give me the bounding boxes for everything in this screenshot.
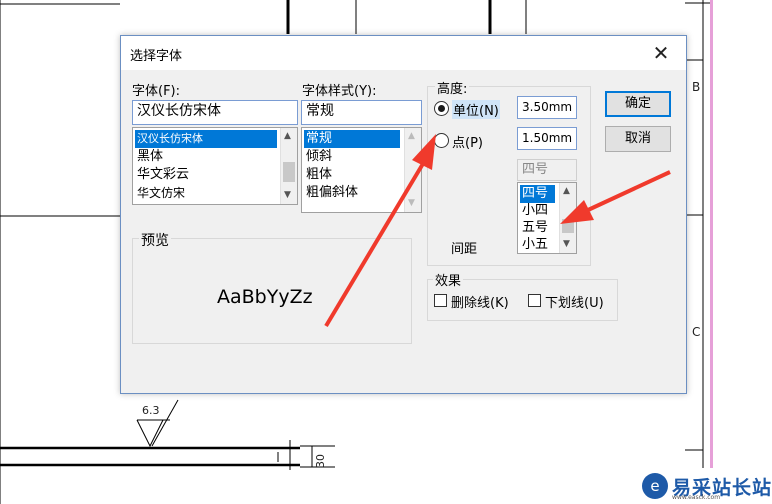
dimension-value: 30 bbox=[314, 454, 327, 468]
underline-label[interactable]: 下划线(U) bbox=[545, 292, 604, 311]
watermark: e 易采站长站 www.easck.com bbox=[640, 468, 772, 504]
font-dialog: 选择字体 ✕ 字体(F): 汉仪长仿宋体 汉仪长仿宋体 黑体 华文彩云 华文仿宋… bbox=[120, 35, 687, 394]
size-list-item[interactable]: 四号 bbox=[520, 185, 555, 203]
effects-label: 效果 bbox=[433, 270, 464, 289]
scroll-down-icon[interactable]: ▼ bbox=[563, 239, 570, 249]
size-list[interactable]: 四号 小四 五号 小五 ▲ ▼ bbox=[517, 182, 577, 254]
preview-sample-text: AaBbYyZz bbox=[217, 286, 313, 308]
point-radio[interactable] bbox=[434, 133, 449, 148]
font-list-item[interactable]: 华文彩云 bbox=[135, 166, 189, 184]
style-list-item[interactable]: 粗体 bbox=[304, 166, 332, 184]
font-list[interactable]: 汉仪长仿宋体 黑体 华文彩云 华文仿宋 ▲ ▼ bbox=[132, 127, 298, 205]
size-list-item[interactable]: 小五 bbox=[520, 236, 548, 253]
height-label: 高度: bbox=[435, 78, 470, 97]
scroll-down-icon[interactable]: ▼ bbox=[408, 198, 415, 208]
ok-button[interactable]: 确定 bbox=[605, 91, 671, 117]
unit-label[interactable]: 单位(N) bbox=[452, 100, 500, 119]
size-list-item[interactable]: 五号 bbox=[520, 219, 548, 237]
strikethrough-checkbox[interactable] bbox=[434, 294, 447, 307]
size-list-scrollbar[interactable]: ▲ ▼ bbox=[559, 183, 576, 253]
style-list-scrollbar[interactable]: ▲ ▼ bbox=[404, 128, 421, 212]
style-label: 字体样式(Y): bbox=[302, 84, 377, 99]
style-list[interactable]: 常规 倾斜 粗体 粗偏斜体 ▲ ▼ bbox=[301, 127, 422, 213]
size-list-item[interactable]: 小四 bbox=[520, 202, 548, 220]
cancel-button[interactable]: 取消 bbox=[605, 126, 671, 152]
unit-radio[interactable] bbox=[434, 101, 449, 116]
preview-label: 预览 bbox=[139, 230, 171, 250]
point-value-field[interactable]: 1.50mm bbox=[517, 127, 577, 150]
brand-logo-icon: e bbox=[642, 473, 668, 499]
font-list-item[interactable]: 华文仿宋 bbox=[135, 184, 185, 202]
scroll-thumb[interactable] bbox=[562, 219, 574, 233]
scroll-up-icon[interactable]: ▲ bbox=[563, 186, 570, 196]
strikethrough-label[interactable]: 删除线(K) bbox=[451, 292, 509, 311]
scroll-thumb[interactable] bbox=[283, 162, 295, 182]
unit-value-field[interactable]: 3.50mm bbox=[517, 96, 577, 119]
roughness-value: 6.3 bbox=[142, 404, 160, 417]
style-list-item[interactable]: 常规 bbox=[304, 130, 400, 148]
close-button[interactable]: ✕ bbox=[646, 40, 676, 66]
font-list-item[interactable]: 黑体 bbox=[135, 148, 163, 166]
dialog-title: 选择字体 bbox=[130, 49, 183, 64]
scroll-up-icon[interactable]: ▲ bbox=[408, 131, 415, 141]
font-label: 字体(F): bbox=[132, 84, 181, 99]
font-list-item[interactable]: 汉仪长仿宋体 bbox=[135, 130, 277, 148]
font-name-field[interactable]: 汉仪长仿宋体 bbox=[132, 100, 298, 125]
size-display-field: 四号 bbox=[517, 159, 577, 181]
font-list-scrollbar[interactable]: ▲ ▼ bbox=[280, 128, 297, 204]
underline-checkbox[interactable] bbox=[528, 294, 541, 307]
zone-label-c: C bbox=[692, 325, 701, 339]
watermark-subtext: www.easck.com bbox=[672, 494, 721, 501]
title-bar: 选择字体 ✕ bbox=[121, 36, 686, 70]
style-field[interactable]: 常规 bbox=[301, 100, 422, 125]
style-list-item[interactable]: 粗偏斜体 bbox=[304, 184, 358, 202]
scroll-down-icon[interactable]: ▼ bbox=[284, 190, 291, 200]
scroll-up-icon[interactable]: ▲ bbox=[284, 131, 291, 141]
zone-label-b: B bbox=[692, 80, 701, 94]
point-label[interactable]: 点(P) bbox=[452, 132, 483, 151]
spacing-label: 间距 bbox=[451, 242, 478, 257]
style-list-item[interactable]: 倾斜 bbox=[304, 148, 332, 166]
